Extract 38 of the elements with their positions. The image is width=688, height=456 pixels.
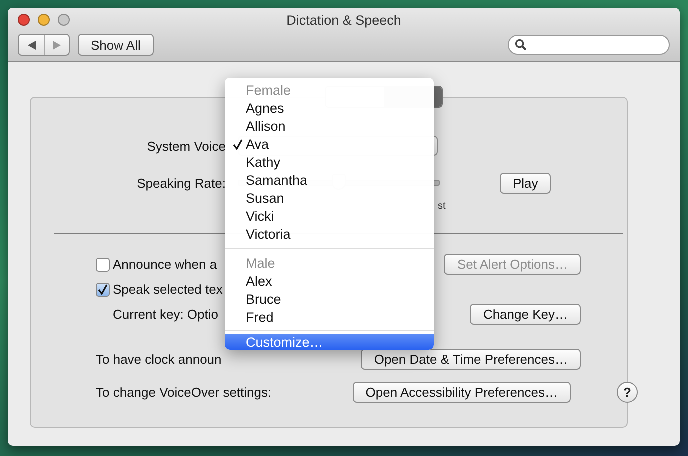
show-all-button[interactable]: Show All	[78, 34, 154, 56]
help-button[interactable]: ?	[617, 382, 638, 403]
option-label: Announce when a	[113, 257, 218, 272]
minimize-icon[interactable]	[38, 14, 50, 26]
zoom-icon[interactable]	[58, 14, 70, 26]
menu-item[interactable]: Victoria	[225, 225, 434, 243]
menu-item[interactable]: Fred	[225, 308, 434, 326]
open-preferences-button[interactable]: Open Accessibility Preferences…	[352, 382, 571, 403]
menu-section-header: Male	[245, 254, 276, 272]
option-label: Current key: Optio	[113, 307, 218, 322]
checkbox[interactable]	[96, 258, 110, 272]
close-icon[interactable]	[18, 14, 30, 26]
menu-item[interactable]: Kathy	[225, 153, 434, 171]
speaking-rate-label: Speaking Rate:	[136, 176, 226, 190]
rate-scale-label: st	[438, 200, 446, 212]
menu-item[interactable]: Samantha	[225, 171, 434, 189]
search-icon	[515, 39, 527, 51]
back-arrow-icon	[28, 40, 36, 50]
menu-section-header: Female	[245, 82, 292, 99]
option-label: Speak selected tex	[113, 282, 223, 297]
checkmark-icon	[98, 284, 108, 295]
menu-item[interactable]: Bruce	[225, 290, 434, 308]
open-preferences-button[interactable]: Open Date & Time Preferences…	[361, 349, 581, 370]
menu-item[interactable]: Vicki	[225, 207, 434, 225]
system-voice-label: System Voice	[146, 138, 226, 154]
settings-hint: To have clock announ	[96, 352, 222, 367]
menu-item[interactable]: Customize…	[225, 334, 434, 350]
forward-arrow-icon	[53, 40, 61, 50]
menu-item[interactable]: Agnes	[225, 99, 434, 117]
window-title: Dictation & Speech	[286, 12, 402, 28]
menu-item[interactable]: Susan	[225, 189, 434, 207]
play-button[interactable]: Play	[500, 172, 552, 194]
search-field[interactable]	[508, 35, 670, 55]
menu-item[interactable]: Allison	[225, 117, 434, 135]
option-button[interactable]: Change Key…	[470, 304, 581, 325]
settings-hint: To change VoiceOver settings:	[96, 385, 272, 400]
menu-item[interactable]: Alex	[225, 272, 434, 290]
checkbox[interactable]	[96, 282, 110, 296]
